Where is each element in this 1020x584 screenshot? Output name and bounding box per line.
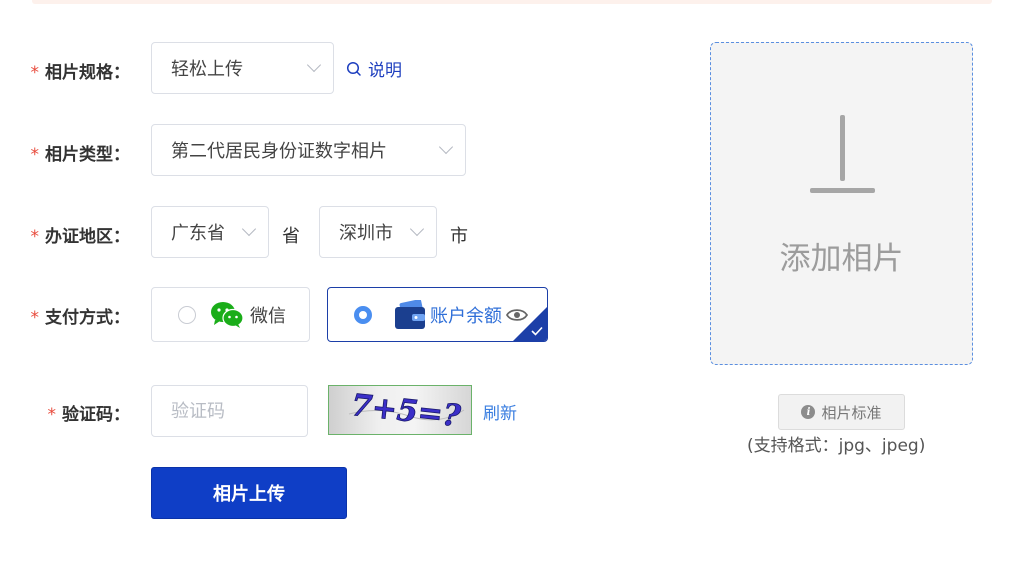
explain-link[interactable]: 说明 [346,56,402,81]
wallet-icon [395,299,425,329]
refresh-captcha-link[interactable]: 刷新 [483,399,517,424]
city-select[interactable]: 深圳市 [319,206,437,258]
photo-standard-button[interactable]: i 相片标准 [778,394,905,430]
province-unit: 省 [282,226,300,247]
spec-select-value: 轻松上传 [171,59,243,80]
chevron-down-icon [306,57,322,73]
wechat-icon [211,301,244,328]
chevron-down-icon [409,221,425,237]
balance-radio[interactable] [354,305,372,324]
payment-option-wechat[interactable]: 微信 [151,287,310,342]
captcha-image[interactable]: 7+5=? [328,385,472,435]
province-select[interactable]: 广东省 [151,206,269,258]
spec-select[interactable]: 轻松上传 [151,42,334,94]
wechat-radio[interactable] [178,305,196,324]
chevron-down-icon [241,221,257,237]
info-icon: i [801,405,816,419]
upload-photo-button[interactable]: 相片上传 [151,467,347,519]
label-captcha: * 验证码： [47,405,131,425]
type-select[interactable]: 第二代居民身份证数字相片 [151,124,466,176]
province-select-value: 广东省 [171,223,225,244]
city-unit: 市 [450,226,468,247]
payment-option-balance[interactable]: 账户余额 [327,287,548,342]
captcha-input[interactable] [151,385,308,437]
add-photo-label: 添加相片 [779,241,904,277]
top-divider [32,0,992,4]
plus-icon [810,188,875,193]
label-payment: * 支付方式： [30,308,131,328]
type-select-value: 第二代居民身份证数字相片 [171,141,387,162]
svg-text:7+5=?: 7+5=? [349,388,462,434]
balance-label: 账户余额 [430,305,502,327]
check-icon [531,326,543,336]
city-select-value: 深圳市 [339,223,393,244]
label-type: * 相片类型： [30,145,131,165]
label-region: * 办证地区： [30,227,131,247]
add-photo-dropzone[interactable]: 添加相片 [710,42,973,365]
supported-formats: (支持格式：jpg、jpeg) [747,436,926,456]
search-icon [346,61,361,76]
chevron-down-icon [438,139,454,155]
wechat-label: 微信 [250,305,286,327]
label-spec: * 相片规格： [30,63,131,83]
